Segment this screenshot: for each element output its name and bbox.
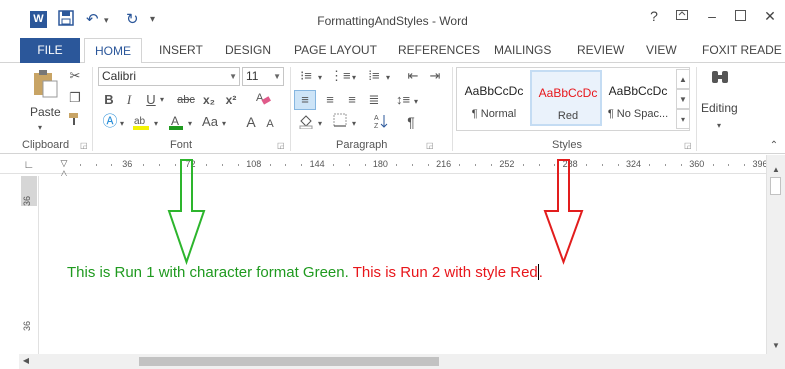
annotation-overlay: [167, 159, 584, 266]
scroll-down-icon[interactable]: ▼: [771, 337, 781, 355]
scroll-left-icon[interactable]: ◀: [21, 352, 31, 369]
horizontal-scrollbar[interactable]: ◀: [19, 354, 785, 369]
horizontal-scroll-thumb[interactable]: [139, 357, 439, 366]
vertical-scrollbar[interactable]: ▲ ▼: [766, 155, 785, 358]
red-arrow-icon: [543, 159, 584, 265]
vertical-scroll-thumb[interactable]: [770, 177, 781, 195]
green-arrow-icon: [167, 159, 206, 266]
